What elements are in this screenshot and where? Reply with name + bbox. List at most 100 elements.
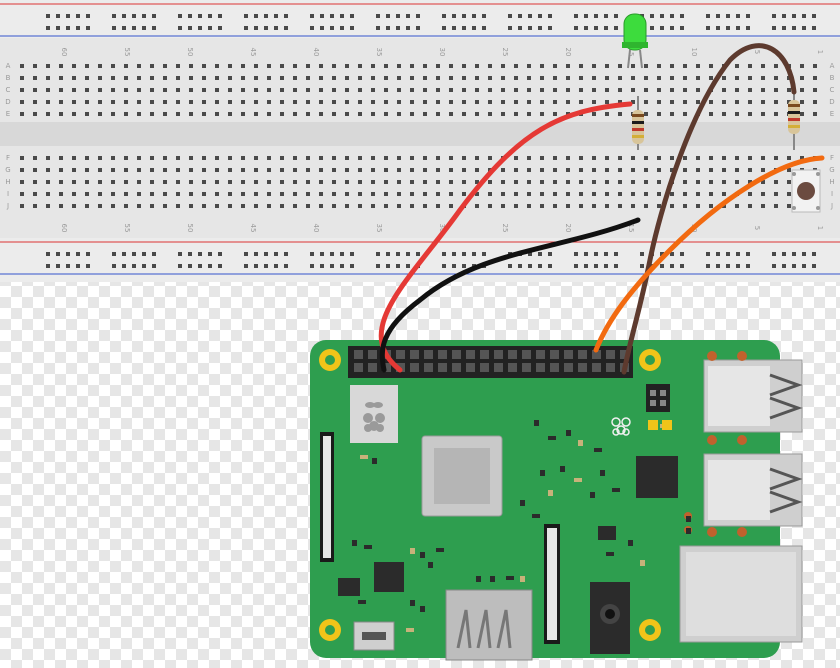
ethernet-port (679, 545, 803, 643)
smd-part (436, 548, 444, 552)
small-chip (338, 578, 360, 596)
smd-part (364, 545, 372, 549)
gpio-pin (606, 363, 615, 372)
row-letter: H (5, 178, 10, 186)
column-number: 50 (186, 48, 194, 57)
gpio-pin (494, 363, 503, 372)
smd-part (420, 552, 425, 558)
smd-part (578, 440, 583, 446)
smd-part (574, 478, 582, 482)
row-letter: J (6, 202, 9, 210)
gpio-pin (438, 350, 447, 359)
column-number: 35 (375, 224, 383, 233)
smd-part (548, 436, 556, 440)
raspberry-pi-board (310, 340, 803, 661)
column-number: 40 (312, 224, 320, 233)
column-number: 20 (564, 224, 572, 233)
column-number: 55 (123, 48, 131, 57)
smd-part (406, 628, 414, 632)
smd-part (540, 470, 545, 476)
smd-part (358, 600, 366, 604)
column-number: 10 (690, 48, 698, 57)
smd-part (534, 420, 539, 426)
row-letter: A (830, 62, 835, 70)
smd-part (420, 606, 425, 612)
gpio-pin (452, 363, 461, 372)
smd-part (628, 540, 633, 546)
smd-part (410, 600, 415, 606)
column-number: 45 (249, 48, 257, 57)
smd-part (428, 562, 433, 568)
smd-part (506, 576, 514, 580)
gpio-pin (578, 363, 587, 372)
gpio-pin (480, 350, 489, 359)
smd-part (520, 500, 525, 506)
row-letter: A (6, 62, 11, 70)
column-number: 1 (816, 226, 824, 230)
smd-part (352, 540, 357, 546)
column-number: 50 (186, 224, 194, 233)
column-number: 60 (60, 48, 68, 57)
resistor-band (632, 135, 644, 138)
column-number: 20 (564, 48, 572, 57)
smd-part (600, 470, 605, 476)
usb-chip (374, 562, 404, 592)
gpio-pin (438, 363, 447, 372)
gpio-pin (606, 350, 615, 359)
row-letter: I (7, 190, 9, 198)
row-letter: B (830, 74, 835, 82)
gpio-pin (354, 363, 363, 372)
gpio-pin (508, 350, 517, 359)
gpio-pin (522, 350, 531, 359)
row-letter: H (829, 178, 834, 186)
gpio-pin (424, 350, 433, 359)
gpio-pin (536, 363, 545, 372)
usb-port-2 (703, 453, 803, 527)
row-letter: D (5, 98, 10, 106)
row-letter: J (830, 202, 833, 210)
resistor-band (788, 111, 800, 114)
gpio-pin (466, 363, 475, 372)
row-letter: B (6, 74, 11, 82)
gpio-pin (410, 363, 419, 372)
row-letter: E (830, 110, 834, 118)
gpio-pin (550, 363, 559, 372)
row-letter: G (5, 166, 10, 174)
gpio-pin (354, 350, 363, 359)
gpio-pin (480, 363, 489, 372)
gpio-pin (550, 350, 559, 359)
column-number: 60 (60, 224, 68, 233)
resistor-band (788, 125, 800, 128)
row-letter: F (6, 154, 10, 162)
smd-part (566, 430, 571, 436)
gpio-pin (564, 350, 573, 359)
smd-part (606, 552, 614, 556)
column-number: 25 (501, 224, 509, 233)
column-number: 35 (375, 48, 383, 57)
center-channel (0, 122, 840, 146)
usb-port-1 (703, 359, 803, 433)
smd-part (594, 448, 602, 452)
smd-part (590, 492, 595, 498)
ethernet-controller-chip (636, 456, 678, 498)
column-number: 5 (753, 226, 761, 230)
pad (648, 420, 658, 430)
gpio-pin (410, 350, 419, 359)
smd-part (560, 466, 565, 472)
smd-part (532, 514, 540, 518)
hdmi-port (445, 589, 533, 661)
smd-part (410, 548, 415, 554)
pad (662, 420, 672, 430)
smd-part (520, 576, 525, 582)
column-number: 55 (123, 224, 131, 233)
smd-part (686, 516, 691, 522)
smd-part (360, 455, 368, 459)
gpio-pin (536, 350, 545, 359)
column-number: 45 (249, 224, 257, 233)
row-letter: C (6, 86, 11, 94)
row-letter: F (830, 154, 834, 162)
breadboard: 60 55 50 45 40 35 30 25 20 15 10 5 160 55 50 45 40 35 30 25… (0, 0, 840, 282)
gpio-pin (368, 363, 377, 372)
logo-plate (350, 385, 398, 443)
row-letter: D (829, 98, 834, 106)
